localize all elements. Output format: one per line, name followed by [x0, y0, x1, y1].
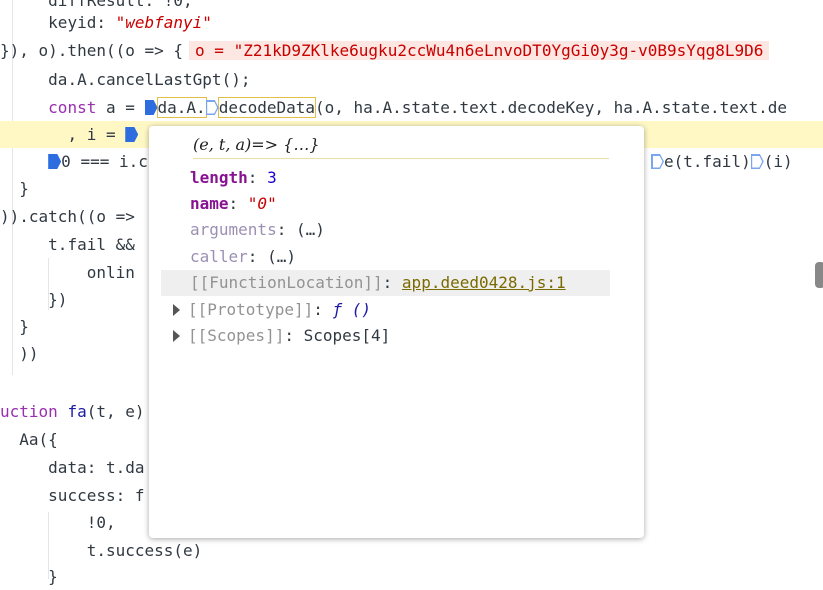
code-text: (o, ha.A.state.text.decodeKey, ha.A.stat…: [315, 98, 788, 117]
code-text: da.A.: [156, 97, 207, 118]
expand-arrow-icon[interactable]: [173, 330, 180, 342]
property-key: arguments: [190, 220, 277, 239]
scrollbar-thumb[interactable]: [815, 262, 823, 288]
property-separator: :: [382, 273, 402, 292]
property-separator: :: [276, 220, 296, 239]
code-text: keyid:: [48, 13, 116, 32]
property-row-expandable[interactable]: [[Scopes]]: Scopes[4]: [173, 323, 623, 349]
expand-arrow-icon[interactable]: [173, 304, 180, 316]
code-text: (i): [763, 152, 793, 171]
breakpoint-marker-icon[interactable]: [144, 100, 158, 115]
code-line: da.A.cancelLastGpt();: [0, 66, 823, 93]
code-text: a =: [96, 98, 145, 117]
property-key: [[Scopes]]: [188, 326, 285, 345]
property-row[interactable]: caller: (…): [190, 244, 640, 270]
breakpoint-marker-icon[interactable]: [48, 154, 62, 169]
property-key: caller: [190, 247, 248, 266]
code-text: onlin: [86, 263, 135, 282]
code-text: success: f: [48, 486, 145, 505]
property-value: Scopes[4]: [303, 326, 391, 345]
code-text: }: [19, 179, 29, 198]
property-row-selected[interactable]: [[FunctionLocation]]: app.deed0428.js:1: [161, 270, 610, 296]
code-text: da.A.cancelLastGpt();: [48, 70, 251, 89]
code-text: (t, e): [86, 402, 145, 421]
code-line: keyid: "webfanyi": [0, 9, 823, 36]
code-text: }): [48, 290, 68, 309]
property-separator: :: [247, 247, 268, 266]
inline-breakpoint-icon[interactable]: [205, 100, 219, 115]
code-text: )): [19, 344, 39, 363]
property-separator: :: [247, 168, 268, 187]
code-text: data: t.da: [48, 458, 145, 477]
code-text: Aa({: [19, 430, 58, 449]
property-separator: :: [284, 326, 304, 345]
property-value-lazy[interactable]: (…): [296, 220, 325, 239]
property-value-lazy[interactable]: (…): [267, 247, 296, 266]
code-line: }), o).then((o => { o = "Z21kD9ZKlke6ugku…: [0, 37, 823, 64]
keyword: uction: [0, 402, 58, 421]
property-value: 3: [267, 168, 277, 187]
keyword: const: [48, 98, 97, 117]
hovered-function-name[interactable]: decodeData: [217, 97, 317, 118]
property-row-expandable[interactable]: [[Prototype]]: ƒ (): [173, 297, 623, 323]
code-text: , i =: [67, 125, 126, 144]
code-text: )).catch((o =>: [0, 207, 135, 226]
inline-breakpoint-icon[interactable]: [651, 154, 664, 169]
property-key: [[Prototype]]: [188, 300, 314, 319]
property-value: "0": [247, 194, 277, 213]
code-text: t.fail &&: [48, 235, 135, 254]
code-text: 0 === i.c: [61, 152, 148, 171]
property-separator: :: [228, 194, 248, 213]
code-line: }: [0, 563, 823, 590]
popover-title: (e, t, a)=> {…}: [193, 134, 609, 159]
property-separator: :: [313, 300, 333, 319]
property-key: [[FunctionLocation]]: [190, 273, 383, 292]
inline-breakpoint-icon[interactable]: [750, 154, 764, 169]
property-key: name: [190, 194, 229, 213]
property-row[interactable]: name: "0": [190, 191, 640, 217]
property-row[interactable]: arguments: (…): [190, 217, 640, 243]
property-value: ƒ (): [332, 300, 372, 319]
code-text: !0,: [86, 513, 116, 532]
code-text: }), o).then((o => {: [0, 41, 184, 60]
property-key: length: [190, 168, 248, 187]
function-location-link[interactable]: app.deed0428.js:1: [402, 273, 566, 292]
breakpoint-marker-icon[interactable]: [125, 127, 139, 142]
code-text: t.success(e): [86, 541, 203, 560]
code-text: }: [48, 567, 58, 586]
code-text: e(t.fail): [664, 152, 751, 171]
inline-value-preview: o = "Z21kD9ZKlke6ugku2ccWu4n6eLnvoDT0YgG…: [189, 41, 770, 60]
property-row[interactable]: length: 3: [190, 165, 640, 191]
hover-popover: (e, t, a)=> {…} length: 3 name: "0" argu…: [149, 126, 644, 538]
string-literal: "webfanyi": [115, 13, 212, 32]
function-name: fa: [67, 402, 87, 421]
code-line: t.success(e): [0, 537, 823, 564]
code-line: const a = da.A. decodeData(o, ha.A.state.…: [0, 94, 823, 121]
code-text: }: [19, 317, 29, 336]
